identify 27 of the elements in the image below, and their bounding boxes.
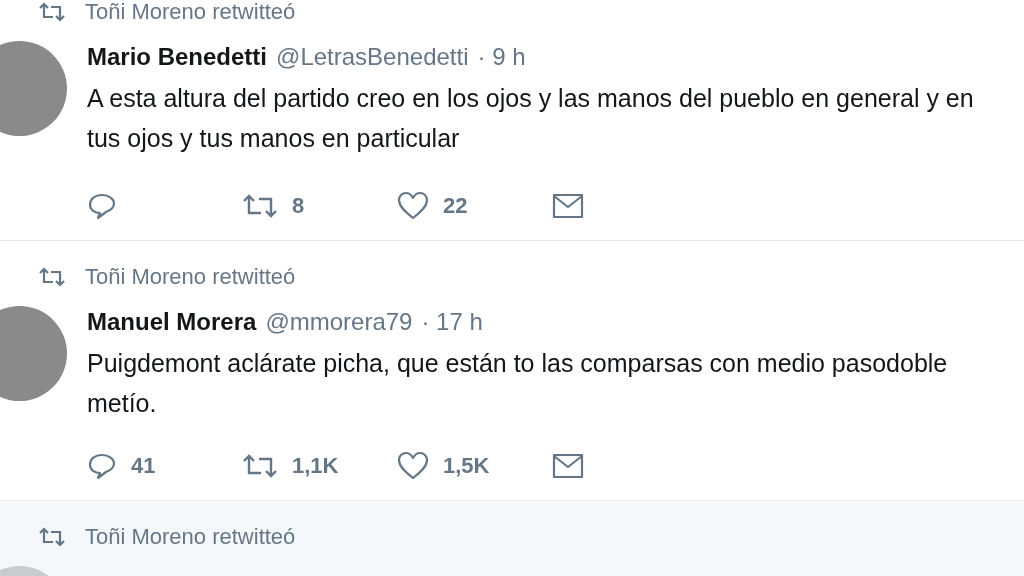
tweet-text: Puigdemont aclárate picha, que están to las comparsas con medio pasodoble metío.: [87, 348, 949, 419]
retweeted-by-text: Toñi Moreno retwitteó: [85, 524, 296, 550]
reply-count: 41: [131, 453, 156, 479]
retweeted-by-text: Toñi Moreno retwitteó: [85, 264, 296, 290]
retweeted-by-text: Toñi Moreno retwitteó: [85, 0, 296, 25]
retweet-icon: [38, 526, 66, 548]
author-handle[interactable]: @mmorera79: [265, 306, 413, 338]
retweet-icon[interactable]: [242, 192, 278, 220]
tweet-text: A esta altura del partido creo en los ojos y las manos del pueblo en general y en tus ojos y tus manos en particular: [87, 83, 975, 154]
author-name[interactable]: Mario Benedetti: [87, 41, 268, 73]
mail-icon[interactable]: [552, 193, 584, 219]
retweet-icon: [38, 266, 66, 288]
like-count: 1,5K: [443, 453, 490, 479]
reply-icon[interactable]: [87, 191, 117, 221]
heart-icon[interactable]: [397, 451, 429, 481]
heart-icon[interactable]: [397, 191, 429, 221]
retweet-count: 8: [292, 193, 305, 219]
mail-icon[interactable]: [552, 453, 584, 479]
reply-icon[interactable]: [87, 451, 117, 481]
tweet-time[interactable]: · 17 h: [421, 306, 483, 338]
retweet-count: 1,1K: [292, 453, 339, 479]
like-count: 22: [443, 193, 468, 219]
author-name[interactable]: Manuel Morera: [87, 306, 257, 338]
retweet-icon[interactable]: [242, 452, 278, 480]
retweet-icon: [38, 1, 66, 23]
tweet-time[interactable]: · 9 h: [477, 41, 526, 73]
author-handle[interactable]: @LetrasBenedetti: [276, 41, 469, 73]
